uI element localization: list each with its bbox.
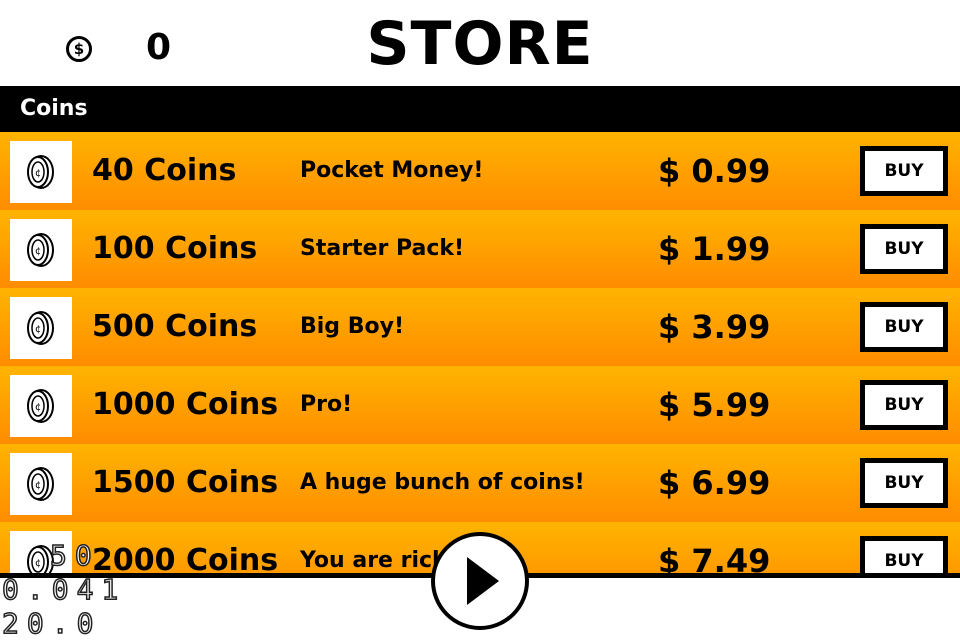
fps-counter: 50 <box>49 539 100 573</box>
item-price: $ 1.99 <box>658 230 771 268</box>
item-name: 500 Coins <box>92 309 258 344</box>
item-description: Pocket Money! <box>300 158 484 183</box>
item-name: 1000 Coins <box>92 387 279 422</box>
store-item: ¢ 100 Coins Starter Pack! $ 1.99 BUY <box>0 210 960 288</box>
item-description: A huge bunch of coins! <box>300 470 585 495</box>
store-list[interactable]: ¢ 40 Coins Pocket Money! $ 0.99 BUY ¢ 10… <box>0 132 960 573</box>
play-icon <box>467 557 499 605</box>
buy-button[interactable]: BUY <box>860 380 948 430</box>
buy-button[interactable]: BUY <box>860 458 948 508</box>
store-item: ¢ 1500 Coins A huge bunch of coins! $ 6.… <box>0 444 960 522</box>
svg-text:¢: ¢ <box>35 558 41 569</box>
svg-text:¢: ¢ <box>35 402 41 413</box>
item-name: 1500 Coins <box>92 465 279 500</box>
coin-icon: ¢ <box>10 297 72 359</box>
store-item: ¢ 40 Coins Pocket Money! $ 0.99 BUY <box>0 132 960 210</box>
buy-button[interactable]: BUY <box>860 302 948 352</box>
coin-icon: ¢ <box>10 453 72 515</box>
item-description: Pro! <box>300 392 353 417</box>
store-item: ¢ 1000 Coins Pro! $ 5.99 BUY <box>0 366 960 444</box>
rate-readout: 20.0 <box>1 607 102 640</box>
section-label: Coins <box>20 96 88 121</box>
svg-text:¢: ¢ <box>35 480 41 491</box>
item-description: Starter Pack! <box>300 236 465 261</box>
store-header: $ 0 STORE <box>0 0 960 86</box>
svg-text:¢: ¢ <box>35 168 41 179</box>
item-price: $ 7.49 <box>658 542 771 573</box>
play-button[interactable] <box>431 532 529 630</box>
item-price: $ 0.99 <box>658 152 771 190</box>
frame-time-readout: 0.041 <box>1 573 127 607</box>
coin-icon: ¢ <box>10 375 72 437</box>
store-item: ¢ 500 Coins Big Boy! $ 3.99 BUY <box>0 288 960 366</box>
item-description: Big Boy! <box>300 314 404 339</box>
svg-text:¢: ¢ <box>35 246 41 257</box>
buy-button[interactable]: BUY <box>860 224 948 274</box>
item-price: $ 6.99 <box>658 464 771 502</box>
section-header: Coins <box>0 86 960 132</box>
item-price: $ 5.99 <box>658 386 771 424</box>
page-title: STORE <box>366 9 594 79</box>
buy-button[interactable]: BUY <box>860 146 948 196</box>
coin-icon: ¢ <box>10 141 72 203</box>
item-price: $ 3.99 <box>658 308 771 346</box>
coin-icon: ¢ <box>10 219 72 281</box>
item-name: 40 Coins <box>92 153 237 188</box>
item-name: 2000 Coins <box>92 543 279 573</box>
item-name: 100 Coins <box>92 231 258 266</box>
svg-text:¢: ¢ <box>35 324 41 335</box>
buy-button[interactable]: BUY <box>860 536 948 573</box>
